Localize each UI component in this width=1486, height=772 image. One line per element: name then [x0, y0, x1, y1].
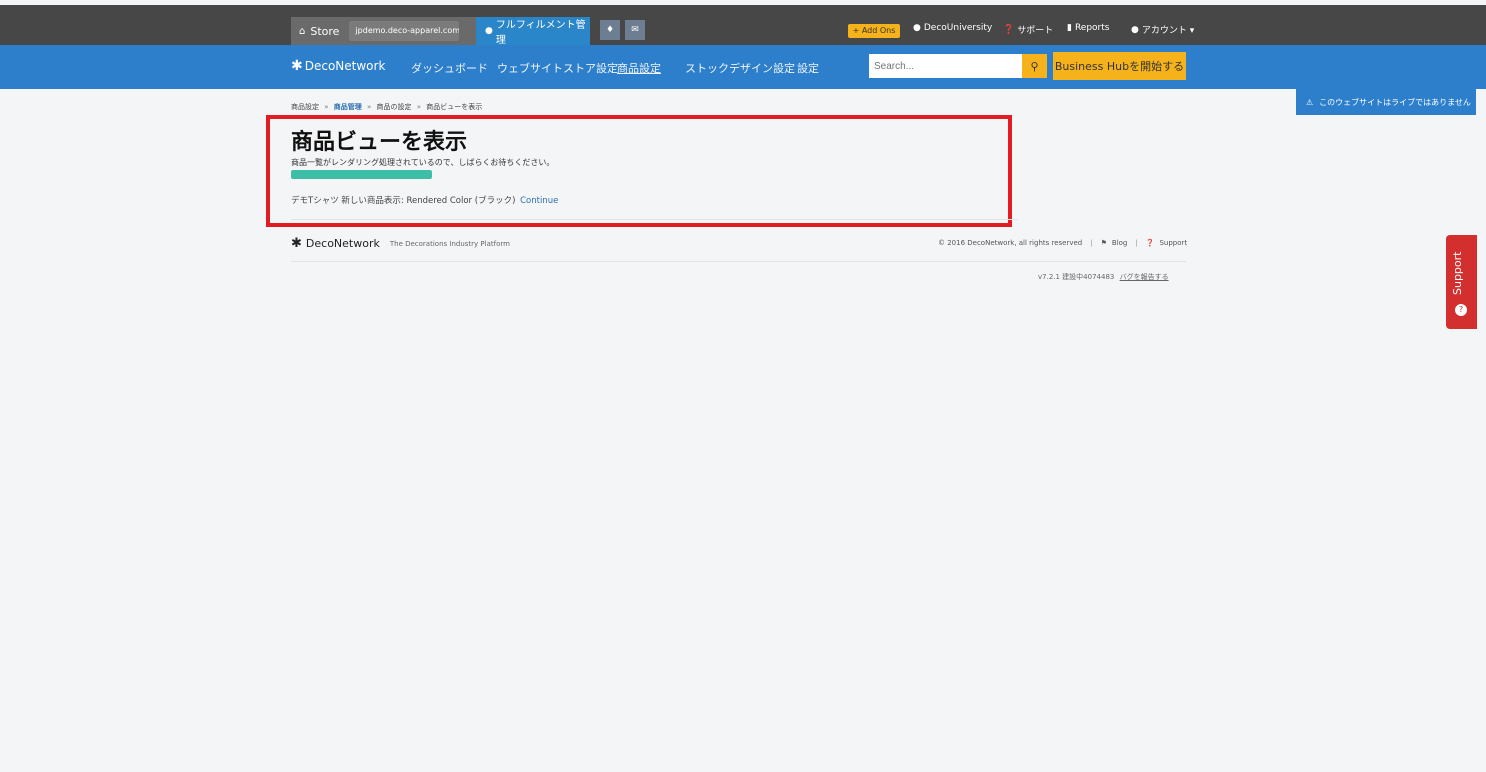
version-info: v7.2.1 建設中4074483 バグを報告する [1038, 272, 1169, 282]
version-text: v7.2.1 建設中4074483 [1038, 273, 1115, 281]
bar-chart-icon: ▮ [1067, 23, 1072, 33]
support-link-label: サポート [1017, 26, 1054, 36]
account-menu[interactable]: ● アカウント ▾ [1131, 23, 1195, 37]
footer-brand-name: DecoNetwork [305, 237, 380, 250]
search-input[interactable] [869, 54, 1022, 78]
nav-item-product-settings[interactable]: 商品設定 [617, 60, 661, 76]
product-render-text: デモTシャツ 新しい商品表示: Rendered Color (ブラック) [291, 196, 516, 206]
main-nav: ✱ DecoNetwork ダッシュボード ウェブサイトストア設定 商品設定 ス… [0, 45, 1486, 89]
support-link[interactable]: ❓ サポート [1003, 23, 1054, 37]
breadcrumb-separator: » [324, 103, 329, 111]
breadcrumb-item[interactable]: 商品管理 [334, 103, 362, 111]
brand-logo[interactable]: ✱ DecoNetwork [291, 58, 385, 74]
deco-university-label: DecoUniversity [923, 23, 993, 33]
add-ons-button[interactable]: + Add Ons [848, 24, 900, 38]
continue-link[interactable]: Continue [520, 196, 558, 206]
nav-item-stock-design-settings[interactable]: ストックデザイン設定 [685, 60, 795, 76]
support-side-tab-label: Support [1451, 251, 1464, 295]
nav-item-website-store-settings[interactable]: ウェブサイトストア設定 [497, 60, 618, 76]
footer-support-link[interactable]: Support [1159, 239, 1187, 247]
top-bar: ⌂ Store jpdemo.deco-apparel.com ● フルフィルメ… [0, 5, 1486, 46]
render-progress-bar [291, 170, 432, 179]
search-icon[interactable]: ⚲ [1022, 54, 1047, 78]
divider [291, 261, 1186, 262]
account-menu-label: アカウント ▾ [1141, 26, 1195, 36]
breadcrumb: 商品設定 » 商品管理 » 商品の設定 » 商品ビューを表示 [291, 102, 482, 112]
megaphone-icon: ⚑ [1100, 239, 1107, 247]
store-domain-selector[interactable]: jpdemo.deco-apparel.com [349, 21, 460, 41]
deconetwork-logo-icon: ✱ [291, 236, 302, 251]
render-status-message: 商品一覧がレンダリング処理されているので、しばらくお待ちください。 [291, 158, 555, 167]
globe-icon: ● [913, 23, 921, 33]
footer-tagline: The Decorations Industry Platform [389, 239, 510, 248]
breadcrumb-separator: » [416, 103, 422, 111]
reports-link[interactable]: ▮ Reports [1067, 23, 1109, 33]
question-icon: ❓ [1003, 24, 1015, 35]
question-icon: ? [1455, 304, 1467, 316]
report-bug-link[interactable]: バグを報告する [1120, 273, 1169, 281]
fulfillment-tab[interactable]: ● フルフィルメント管理 [476, 17, 590, 46]
deco-university-link[interactable]: ● DecoUniversity [913, 23, 992, 33]
footer-links: © 2016 DecoNetwork, all rights reserved … [938, 239, 1187, 247]
nav-item-settings[interactable]: 設定 [797, 60, 819, 76]
not-live-text: このウェブサイトはライブではありません [1319, 97, 1471, 107]
render-progress-fill [291, 170, 432, 179]
store-tab[interactable]: ⌂ Store jpdemo.deco-apparel.com [291, 17, 476, 45]
warning-icon: ⚠ [1306, 97, 1314, 107]
page-title: 商品ビューを表示 [291, 130, 468, 155]
fulfillment-tab-label: フルフィルメント管理 [495, 20, 586, 46]
footer-blog-link[interactable]: Blog [1112, 239, 1127, 247]
product-render-line: デモTシャツ 新しい商品表示: Rendered Color (ブラック) Co… [291, 194, 558, 206]
not-live-notice[interactable]: ⚠ このウェブサイトはライブではありません [1296, 89, 1476, 115]
store-tab-label: Store [310, 24, 340, 38]
divider: | [1090, 239, 1093, 247]
business-hub-button[interactable]: Business Hubを開始する [1053, 52, 1186, 80]
footer-brand: ✱ DecoNetwork The Decorations Industry P… [291, 236, 510, 251]
mail-icon[interactable]: ✉ [625, 20, 645, 40]
deconetwork-logo-icon: ✱ [291, 58, 303, 74]
globe-icon: ● [485, 26, 493, 36]
brand-name: DecoNetwork [304, 59, 386, 73]
reports-link-label: Reports [1074, 23, 1110, 33]
home-icon: ⌂ [299, 25, 306, 37]
support-side-tab[interactable]: Support ? [1446, 235, 1477, 329]
question-icon: ❓ [1145, 239, 1155, 247]
divider [291, 219, 1018, 220]
breadcrumb-item[interactable]: 商品の設定 [377, 103, 412, 111]
user-icon: ● [1131, 24, 1139, 35]
breadcrumb-separator: » [367, 103, 372, 111]
divider: | [1135, 239, 1138, 247]
breadcrumb-item-current: 商品ビューを表示 [426, 103, 483, 111]
nav-item-dashboard[interactable]: ダッシュボード [411, 60, 488, 76]
fire-icon[interactable]: ♦ [600, 20, 620, 40]
copyright-text: © 2016 DecoNetwork, all rights reserved [938, 239, 1083, 247]
breadcrumb-item[interactable]: 商品設定 [291, 103, 319, 111]
